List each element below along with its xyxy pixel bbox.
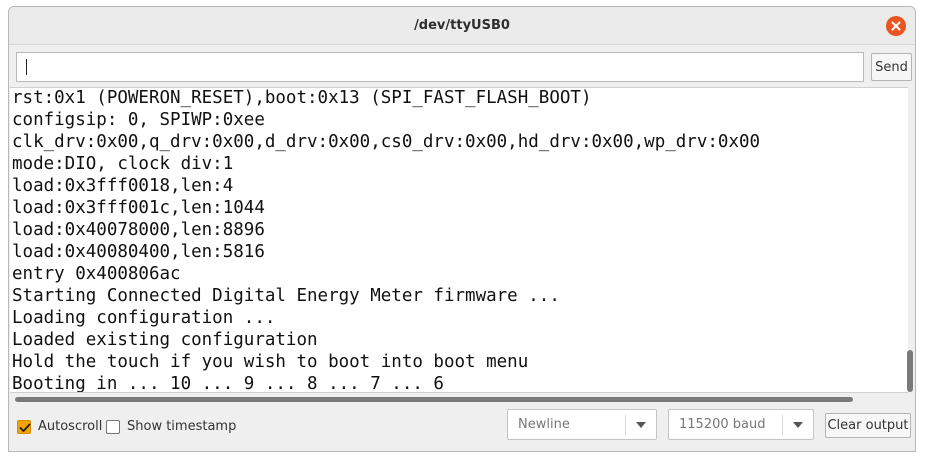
window-title: /dev/ttyUSB0	[414, 18, 510, 33]
output-line: Loaded existing configuration	[12, 330, 318, 350]
send-button[interactable]: Send	[871, 53, 912, 81]
chevron-down-icon	[793, 422, 803, 428]
serial-input[interactable]	[16, 52, 864, 82]
output-line: load:0x3fff001c,len:1044	[12, 198, 265, 218]
checkmark-icon	[19, 423, 31, 432]
send-input-row: Send	[9, 45, 915, 91]
show-timestamp-label[interactable]: Show timestamp	[127, 418, 236, 436]
vertical-scrollbar[interactable]	[907, 350, 913, 392]
output-line: configsip: 0, SPIWP:0xee	[12, 110, 265, 130]
output-line: load:0x40080400,len:5816	[12, 242, 265, 262]
close-icon	[891, 21, 901, 31]
title-bar: /dev/ttyUSB0	[9, 7, 915, 45]
serial-monitor-window: /dev/ttyUSB0 Send rst:0x1 (POWERON_RESET…	[8, 6, 916, 452]
line-ending-separator	[625, 415, 626, 435]
autoscroll-checkbox[interactable]	[17, 420, 31, 434]
output-lines: rst:0x1 (POWERON_RESET),boot:0x13 (SPI_F…	[12, 88, 761, 393]
output-line: Loading configuration ...	[12, 308, 276, 328]
output-line: Booting in ... 10 ... 9 ... 8 ... 7 ... …	[12, 374, 444, 393]
line-ending-select[interactable]: Newline	[507, 409, 657, 440]
output-line: load:0x40078000,len:8896	[12, 220, 265, 240]
close-button[interactable]	[886, 16, 906, 36]
baud-rate-select[interactable]: 115200 baud	[668, 409, 814, 440]
chevron-down-icon	[636, 422, 646, 428]
output-line: mode:DIO, clock div:1	[12, 154, 234, 174]
clear-output-button[interactable]: Clear output	[825, 413, 911, 438]
text-cursor	[26, 59, 27, 75]
output-line: entry 0x400806ac	[12, 264, 181, 284]
horizontal-scrollbar[interactable]	[15, 397, 853, 402]
baud-rate-separator	[782, 415, 783, 435]
output-line: Starting Connected Digital Energy Meter …	[12, 286, 560, 306]
output-line: Hold the touch if you wish to boot into …	[12, 352, 529, 372]
serial-output[interactable]: rst:0x1 (POWERON_RESET),boot:0x13 (SPI_F…	[10, 87, 908, 393]
output-line: clk_drv:0x00,q_drv:0x00,d_drv:0x00,cs0_d…	[12, 132, 761, 152]
output-line: rst:0x1 (POWERON_RESET),boot:0x13 (SPI_F…	[12, 88, 592, 108]
output-line: load:0x3fff0018,len:4	[12, 176, 234, 196]
line-ending-value: Newline	[518, 417, 570, 432]
show-timestamp-checkbox[interactable]	[106, 420, 120, 434]
bottom-toolbar: Autoscroll Show timestamp Newline 115200…	[9, 403, 915, 451]
autoscroll-label[interactable]: Autoscroll	[38, 418, 102, 436]
baud-rate-value: 115200 baud	[679, 417, 766, 432]
